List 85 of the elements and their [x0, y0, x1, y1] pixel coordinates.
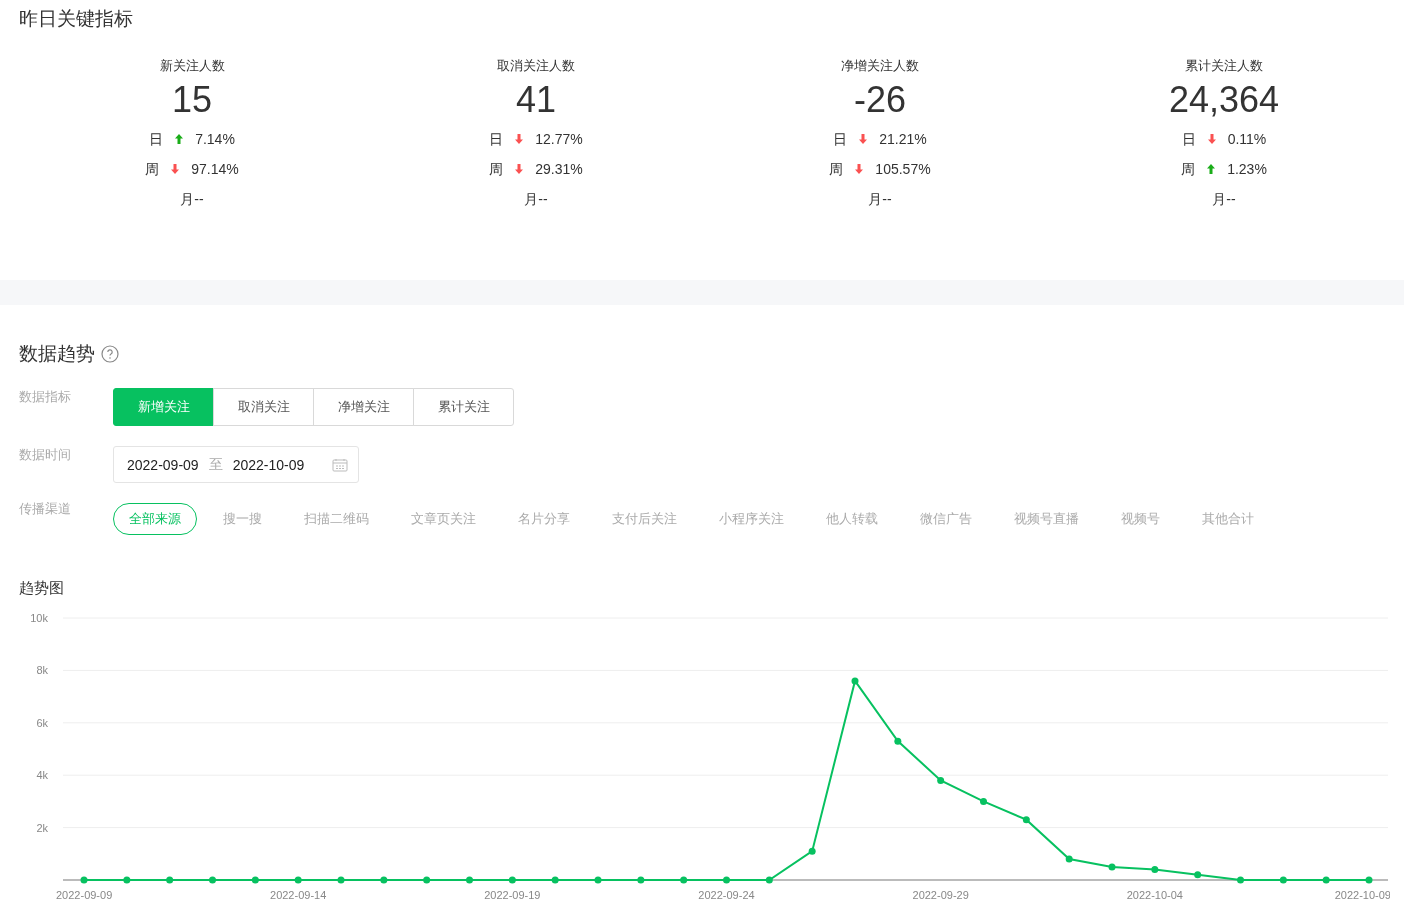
data-point [380, 876, 388, 884]
change-percent: 105.57% [875, 160, 931, 179]
data-point [80, 876, 88, 884]
data-point [1022, 816, 1030, 824]
filter-label: 数据指标 [19, 387, 72, 406]
filter-label: 数据时间 [19, 445, 72, 464]
metric-label: 累计关注人数 [1185, 58, 1263, 74]
metric-label: 新关注人数 [159, 58, 225, 74]
section-title: 数据趋势 [19, 342, 95, 366]
change-percent: 97.14% [191, 160, 239, 179]
help-icon[interactable] [101, 345, 119, 363]
data-point [637, 876, 645, 884]
month-change: 月-- [524, 190, 548, 209]
period-label: 日 [833, 130, 848, 149]
data-point [251, 876, 259, 884]
data-point [594, 876, 602, 884]
x-axis-label: 2022-10-04 [1126, 889, 1183, 901]
data-point [337, 876, 345, 884]
data-point [980, 797, 987, 805]
month-change: 月-- [1212, 190, 1236, 209]
data-point [723, 876, 730, 884]
change-percent: 12.77% [535, 130, 583, 149]
x-axis-label: 2022-09-24 [698, 889, 755, 901]
metric-tab[interactable]: 净增关注 [313, 388, 414, 426]
data-point [166, 876, 174, 884]
change-percent: 0.11% [1227, 130, 1267, 149]
filter-label: 传播渠道 [19, 500, 72, 518]
data-point [1365, 876, 1373, 884]
data-point [1279, 876, 1287, 884]
y-axis-label: 10k [30, 612, 48, 624]
metric-value: 24,364 [1168, 78, 1280, 122]
period-label: 周 [829, 160, 844, 179]
period-label: 日 [489, 130, 504, 149]
metric-tab[interactable]: 取消关注 [213, 388, 314, 426]
x-axis-label: 2022-10-09 [1334, 889, 1390, 901]
section-title: 昨日关键指标 [19, 7, 133, 31]
month-change: 月-- [868, 190, 892, 209]
x-axis-label: 2022-09-14 [270, 889, 327, 901]
y-axis-label: 6k [36, 716, 48, 729]
data-point [1108, 863, 1116, 871]
y-axis-label: 2k [36, 821, 48, 834]
x-axis-label: 2022-09-29 [912, 889, 969, 901]
metric-label: 取消关注人数 [497, 58, 575, 74]
data-point [508, 876, 516, 884]
data-point [551, 876, 559, 884]
data-point [1322, 876, 1330, 884]
data-point [123, 876, 131, 884]
channel-tab[interactable]: 全部来源 [113, 503, 197, 535]
data-point [937, 776, 945, 784]
calendar-icon [332, 457, 348, 472]
data-point [680, 876, 688, 884]
period-label: 日 [149, 130, 164, 149]
data-point [894, 737, 902, 745]
x-axis-label: 2022-09-19 [484, 889, 541, 901]
change-percent: 7.14% [195, 130, 235, 149]
data-point [466, 876, 473, 884]
y-axis-label: 8k [36, 664, 48, 677]
metric-tab[interactable]: 累计关注 [413, 388, 514, 426]
change-percent: 1.23% [1227, 160, 1267, 179]
period-label: 日 [1181, 130, 1196, 149]
data-point [1065, 855, 1073, 863]
period-label: 周 [489, 160, 504, 179]
data-point [294, 876, 302, 884]
chart-title: 趋势图 [19, 579, 64, 598]
change-percent: 29.31% [535, 160, 583, 179]
metric-label: 净增关注人数 [841, 58, 919, 74]
data-point [209, 876, 216, 884]
x-axis-label: 2022-09-09 [56, 889, 113, 901]
data-point [765, 876, 773, 884]
y-axis-label: 4k [36, 769, 48, 782]
metric-value: 41 [515, 78, 556, 122]
period-label: 周 [1181, 160, 1196, 179]
month-change: 月-- [180, 190, 204, 209]
metric-value: -26 [854, 78, 906, 122]
period-label: 周 [145, 160, 160, 179]
data-point [1194, 871, 1202, 879]
data-point [423, 876, 431, 884]
data-point [1237, 876, 1244, 884]
data-point [808, 847, 816, 855]
metric-value: 15 [171, 78, 212, 122]
change-percent: 21.21% [879, 130, 927, 149]
data-point [851, 677, 859, 685]
data-point [1151, 866, 1159, 873]
date-range-field[interactable]: 2022-09-09 至 2022-10-09 [113, 446, 359, 483]
metric-tab[interactable]: 新增关注 [113, 388, 214, 426]
